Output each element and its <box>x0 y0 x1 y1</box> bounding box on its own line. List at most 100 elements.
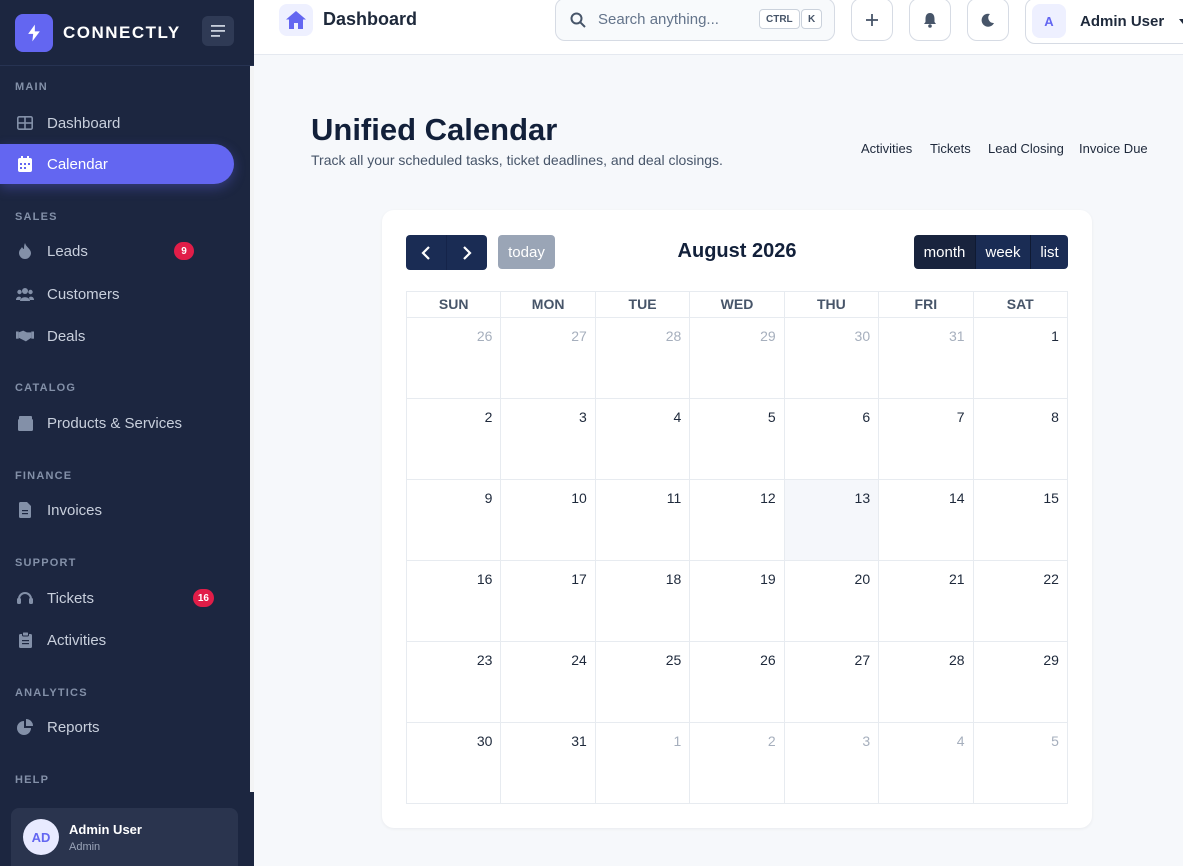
sidebar-scrollbar[interactable] <box>250 66 254 792</box>
add-button[interactable] <box>851 0 893 41</box>
calendar-day-cell[interactable]: 23 <box>407 642 502 722</box>
day-number[interactable]: 8 <box>1051 409 1059 425</box>
day-number[interactable]: 20 <box>855 571 871 587</box>
day-number[interactable]: 19 <box>760 571 776 587</box>
day-number[interactable]: 5 <box>768 409 776 425</box>
home-button[interactable] <box>279 4 313 36</box>
sidebar-item-invoices[interactable]: Invoices <box>0 490 234 530</box>
day-number[interactable]: 7 <box>957 409 965 425</box>
day-number[interactable]: 9 <box>485 490 493 506</box>
sidebar-item-customers[interactable]: Customers <box>0 274 234 314</box>
sidebar-item-dashboard[interactable]: Dashboard <box>0 103 234 143</box>
calendar-day-cell[interactable]: 1 <box>974 318 1067 398</box>
day-number[interactable]: 18 <box>666 571 682 587</box>
day-number[interactable]: 28 <box>666 328 682 344</box>
day-number[interactable]: 12 <box>760 490 776 506</box>
sidebar-item-products[interactable]: Products & Services <box>0 403 234 443</box>
calendar-day-cell[interactable]: 16 <box>407 561 502 641</box>
calendar-day-cell[interactable]: 26 <box>690 642 785 722</box>
calendar-day-cell[interactable]: 28 <box>596 318 691 398</box>
day-number[interactable]: 16 <box>477 571 493 587</box>
calendar-day-cell[interactable]: 27 <box>501 318 596 398</box>
calendar-day-cell[interactable]: 17 <box>501 561 596 641</box>
sidebar-item-deals[interactable]: Deals <box>0 316 234 356</box>
calendar-day-cell[interactable]: 18 <box>596 561 691 641</box>
calendar-day-cell[interactable]: 12 <box>690 480 785 560</box>
day-number[interactable]: 31 <box>949 328 965 344</box>
sidebar-item-reports[interactable]: Reports <box>0 707 234 747</box>
day-number[interactable]: 24 <box>571 652 587 668</box>
day-number[interactable]: 11 <box>667 490 682 506</box>
calendar-day-cell[interactable]: 29 <box>690 318 785 398</box>
calendar-day-cell[interactable]: 30 <box>785 318 880 398</box>
day-number[interactable]: 30 <box>477 733 493 749</box>
calendar-day-cell[interactable]: 3 <box>501 399 596 479</box>
calendar-day-cell[interactable]: 22 <box>974 561 1067 641</box>
calendar-day-cell[interactable]: 31 <box>879 318 974 398</box>
today-button[interactable]: today <box>498 235 555 269</box>
day-number[interactable]: 5 <box>1051 733 1059 749</box>
day-number[interactable]: 2 <box>485 409 493 425</box>
day-number[interactable]: 1 <box>1051 328 1059 344</box>
day-number[interactable]: 23 <box>477 652 493 668</box>
sidebar-item-tickets[interactable]: Tickets 16 <box>0 578 234 618</box>
sidebar-toggle-button[interactable] <box>202 16 234 46</box>
day-number[interactable]: 26 <box>760 652 776 668</box>
sidebar-item-activities[interactable]: Activities <box>0 620 234 660</box>
calendar-day-cell[interactable]: 11 <box>596 480 691 560</box>
calendar-day-cell[interactable]: 27 <box>785 642 880 722</box>
calendar-day-cell[interactable]: 6 <box>785 399 880 479</box>
prev-month-button[interactable] <box>406 235 446 270</box>
day-number[interactable]: 1 <box>673 733 681 749</box>
sidebar-user-card[interactable]: AD Admin User Admin <box>11 808 238 866</box>
day-number[interactable]: 4 <box>673 409 681 425</box>
day-number[interactable]: 6 <box>862 409 870 425</box>
day-number[interactable]: 31 <box>571 733 587 749</box>
calendar-day-cell[interactable]: 3 <box>785 723 880 803</box>
calendar-day-cell[interactable]: 29 <box>974 642 1067 722</box>
calendar-day-cell[interactable]: 28 <box>879 642 974 722</box>
day-number[interactable]: 3 <box>862 733 870 749</box>
day-number[interactable]: 3 <box>579 409 587 425</box>
day-number[interactable]: 27 <box>571 328 587 344</box>
search-input[interactable] <box>598 11 748 28</box>
day-number[interactable]: 10 <box>571 490 587 506</box>
calendar-day-cell[interactable]: 2 <box>690 723 785 803</box>
calendar-day-cell[interactable]: 19 <box>690 561 785 641</box>
day-number[interactable]: 30 <box>855 328 871 344</box>
day-number[interactable]: 26 <box>477 328 493 344</box>
day-number[interactable]: 4 <box>957 733 965 749</box>
next-month-button[interactable] <box>446 235 486 270</box>
calendar-day-cell[interactable]: 9 <box>407 480 502 560</box>
day-number[interactable]: 25 <box>666 652 682 668</box>
calendar-day-cell[interactable]: 7 <box>879 399 974 479</box>
day-number[interactable]: 21 <box>949 571 965 587</box>
calendar-day-cell[interactable]: 15 <box>974 480 1067 560</box>
calendar-day-cell[interactable]: 2 <box>407 399 502 479</box>
calendar-day-cell[interactable]: 24 <box>501 642 596 722</box>
calendar-day-cell[interactable]: 5 <box>974 723 1067 803</box>
calendar-day-cell[interactable]: 25 <box>596 642 691 722</box>
calendar-day-cell[interactable]: 10 <box>501 480 596 560</box>
calendar-day-cell[interactable]: 5 <box>690 399 785 479</box>
day-number[interactable]: 29 <box>1043 652 1059 668</box>
day-number[interactable]: 28 <box>949 652 965 668</box>
profile-menu-button[interactable]: A Admin User <box>1025 0 1183 44</box>
calendar-day-cell-today[interactable]: 13 <box>784 480 880 560</box>
theme-toggle-button[interactable] <box>967 0 1009 41</box>
day-number[interactable]: 17 <box>571 571 587 587</box>
day-number[interactable]: 22 <box>1043 571 1059 587</box>
calendar-day-cell[interactable]: 20 <box>785 561 880 641</box>
day-number[interactable]: 14 <box>949 490 965 506</box>
calendar-day-cell[interactable]: 26 <box>407 318 502 398</box>
calendar-day-cell[interactable]: 30 <box>407 723 502 803</box>
calendar-day-cell[interactable]: 14 <box>879 480 974 560</box>
day-number[interactable]: 15 <box>1043 490 1059 506</box>
search-box[interactable]: CTRL K <box>555 0 835 41</box>
calendar-day-cell[interactable]: 4 <box>596 399 691 479</box>
day-number[interactable]: 27 <box>855 652 871 668</box>
calendar-day-cell[interactable]: 1 <box>596 723 691 803</box>
day-number[interactable]: 2 <box>768 733 776 749</box>
notifications-button[interactable] <box>909 0 951 41</box>
day-number[interactable]: 13 <box>855 490 871 506</box>
